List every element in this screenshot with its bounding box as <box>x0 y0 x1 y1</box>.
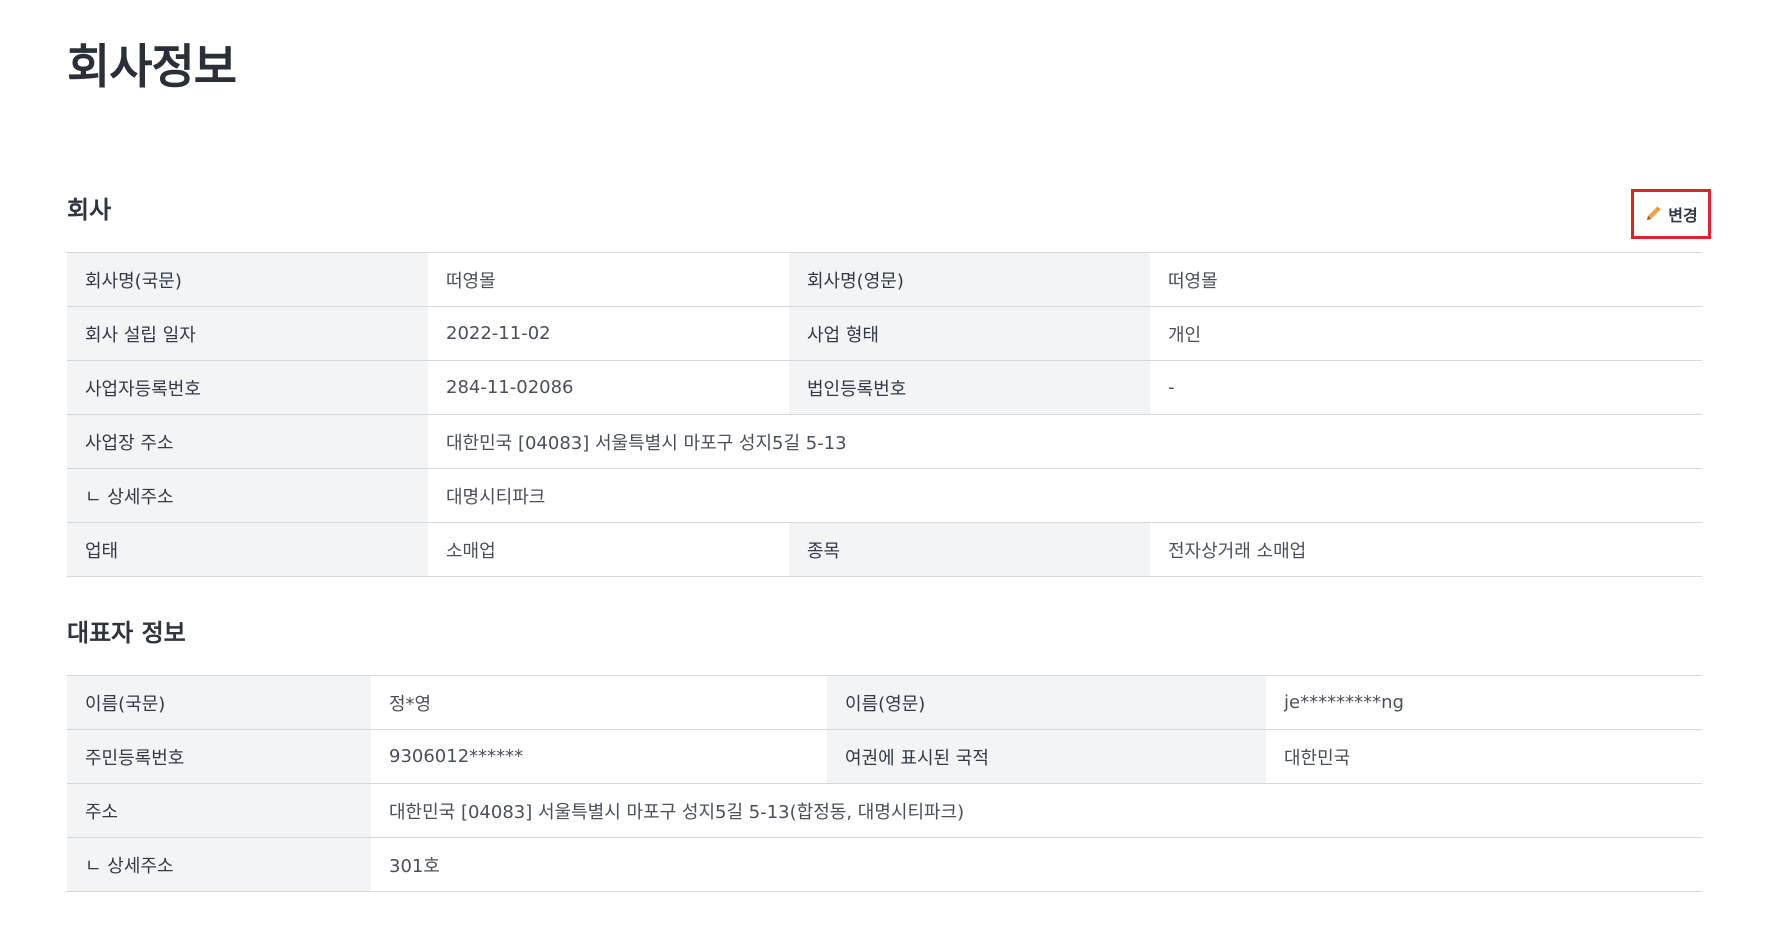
representative-info-table: 이름(국문) 정*영 이름(영문) je*********ng 주민등록번호 9… <box>67 675 1702 892</box>
founded-value: 2022-11-02 <box>428 306 789 361</box>
company-name-en-value: 떠영몰 <box>1150 252 1702 307</box>
biz-address-detail-value: 대명시티파크 <box>428 468 1702 523</box>
table-row: ㄴ 상세주소 대명시티파크 <box>67 468 1702 523</box>
pencil-icon <box>1644 205 1662 223</box>
rep-address-detail-label: ㄴ 상세주소 <box>67 837 371 892</box>
biz-reg-no-value: 284-11-02086 <box>428 360 789 415</box>
biz-address-detail-label: ㄴ 상세주소 <box>67 468 428 523</box>
item-value: 전자상거래 소매업 <box>1150 522 1702 577</box>
company-section: 회사 변경 회사명(국문) 떠영몰 회사명(영문) 떠영몰 회사 설립 일자 2… <box>67 185 1711 577</box>
corp-reg-no-value: - <box>1150 360 1702 415</box>
rep-name-kr-label: 이름(국문) <box>67 675 371 730</box>
table-row: 업태 소매업 종목 전자상거래 소매업 <box>67 522 1702 577</box>
rep-address-value: 대한민국 [04083] 서울특별시 마포구 성지5길 5-13(합정동, 대명… <box>371 783 1702 838</box>
biz-address-label: 사업장 주소 <box>67 414 428 469</box>
rep-name-en-value: je*********ng <box>1266 675 1702 730</box>
company-section-title: 회사 <box>67 196 112 224</box>
edit-button-label: 변경 <box>1668 206 1698 225</box>
nationality-value: 대한민국 <box>1266 729 1702 784</box>
edit-button[interactable]: 변경 <box>1631 189 1711 239</box>
table-row: 주민등록번호 9306012****** 여권에 표시된 국적 대한민국 <box>67 729 1702 784</box>
biz-type-label: 사업 형태 <box>789 306 1150 361</box>
rep-address-detail-value: 301호 <box>371 837 1702 892</box>
resident-no-value: 9306012****** <box>371 729 827 784</box>
rep-name-en-label: 이름(영문) <box>827 675 1266 730</box>
page-title: 회사정보 <box>67 40 237 95</box>
table-row: 회사 설립 일자 2022-11-02 사업 형태 개인 <box>67 306 1702 361</box>
table-row: 주소 대한민국 [04083] 서울특별시 마포구 성지5길 5-13(합정동,… <box>67 783 1702 838</box>
table-row: 이름(국문) 정*영 이름(영문) je*********ng <box>67 675 1702 730</box>
biz-address-value: 대한민국 [04083] 서울특별시 마포구 성지5길 5-13 <box>428 414 1702 469</box>
industry-value: 소매업 <box>428 522 789 577</box>
resident-no-label: 주민등록번호 <box>67 729 371 784</box>
industry-label: 업태 <box>67 522 428 577</box>
company-name-kr-label: 회사명(국문) <box>67 252 428 307</box>
biz-type-value: 개인 <box>1150 306 1702 361</box>
representative-section-title: 대표자 정보 <box>67 619 186 647</box>
company-info-table: 회사명(국문) 떠영몰 회사명(영문) 떠영몰 회사 설립 일자 2022-11… <box>67 252 1702 577</box>
table-row: 사업장 주소 대한민국 [04083] 서울특별시 마포구 성지5길 5-13 <box>67 414 1702 469</box>
table-row: ㄴ 상세주소 301호 <box>67 837 1702 892</box>
item-label: 종목 <box>789 522 1150 577</box>
company-name-kr-value: 떠영몰 <box>428 252 789 307</box>
rep-address-label: 주소 <box>67 783 371 838</box>
corp-reg-no-label: 법인등록번호 <box>789 360 1150 415</box>
table-row: 사업자등록번호 284-11-02086 법인등록번호 - <box>67 360 1702 415</box>
rep-name-kr-value: 정*영 <box>371 675 827 730</box>
company-section-header: 회사 변경 <box>67 185 1711 252</box>
founded-label: 회사 설립 일자 <box>67 306 428 361</box>
representative-section-header: 대표자 정보 <box>67 614 1702 675</box>
representative-section: 대표자 정보 이름(국문) 정*영 이름(영문) je*********ng 주… <box>67 614 1702 892</box>
biz-reg-no-label: 사업자등록번호 <box>67 360 428 415</box>
nationality-label: 여권에 표시된 국적 <box>827 729 1266 784</box>
company-name-en-label: 회사명(영문) <box>789 252 1150 307</box>
table-row: 회사명(국문) 떠영몰 회사명(영문) 떠영몰 <box>67 252 1702 307</box>
